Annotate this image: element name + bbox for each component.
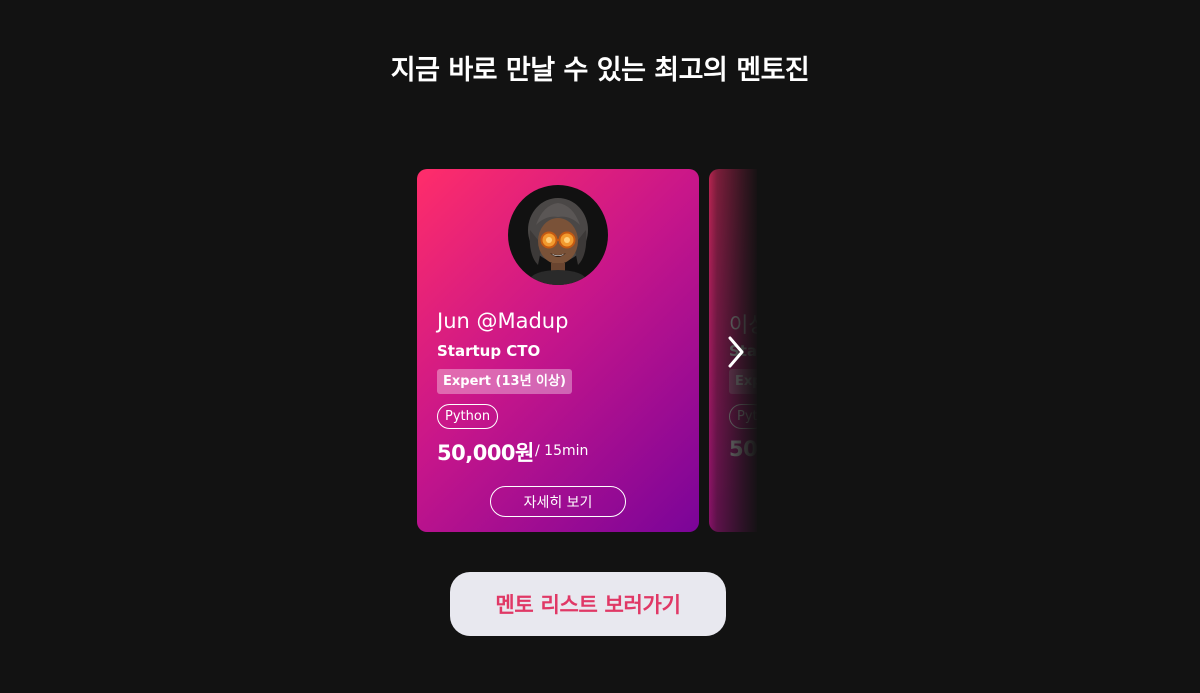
mentor-card[interactable]: Jun @Madup Startup CTO Expert (13년 이상) P… [417,169,699,532]
mentor-price: 50,000원 [437,441,534,465]
experience-badge: Expe [729,369,757,394]
skill-tag: Python [437,404,499,429]
price-unit: / 15min [535,443,589,459]
carousel-next-button[interactable] [724,334,748,370]
memoji-avatar-icon [528,198,588,285]
section-title: 지금 바로 만날 수 있는 최고의 멘토진 [390,55,810,86]
mentor-carousel[interactable]: Jun @Madup Startup CTO Expert (13년 이상) P… [417,169,757,532]
view-details-button[interactable]: 자세히 보기 [490,486,626,517]
chevron-right-icon [728,336,744,368]
mentor-list-button[interactable]: 멘토 리스트 보러가기 [450,572,726,636]
mentor-name: Jun @Madup [437,309,569,333]
mentor-avatar [508,185,608,285]
experience-badge: Expert (13년 이상) [437,369,572,394]
mentor-role: Startup CTO [437,342,541,360]
mentor-price: 50 [729,437,757,461]
skill-tag: Pyt [729,404,757,429]
